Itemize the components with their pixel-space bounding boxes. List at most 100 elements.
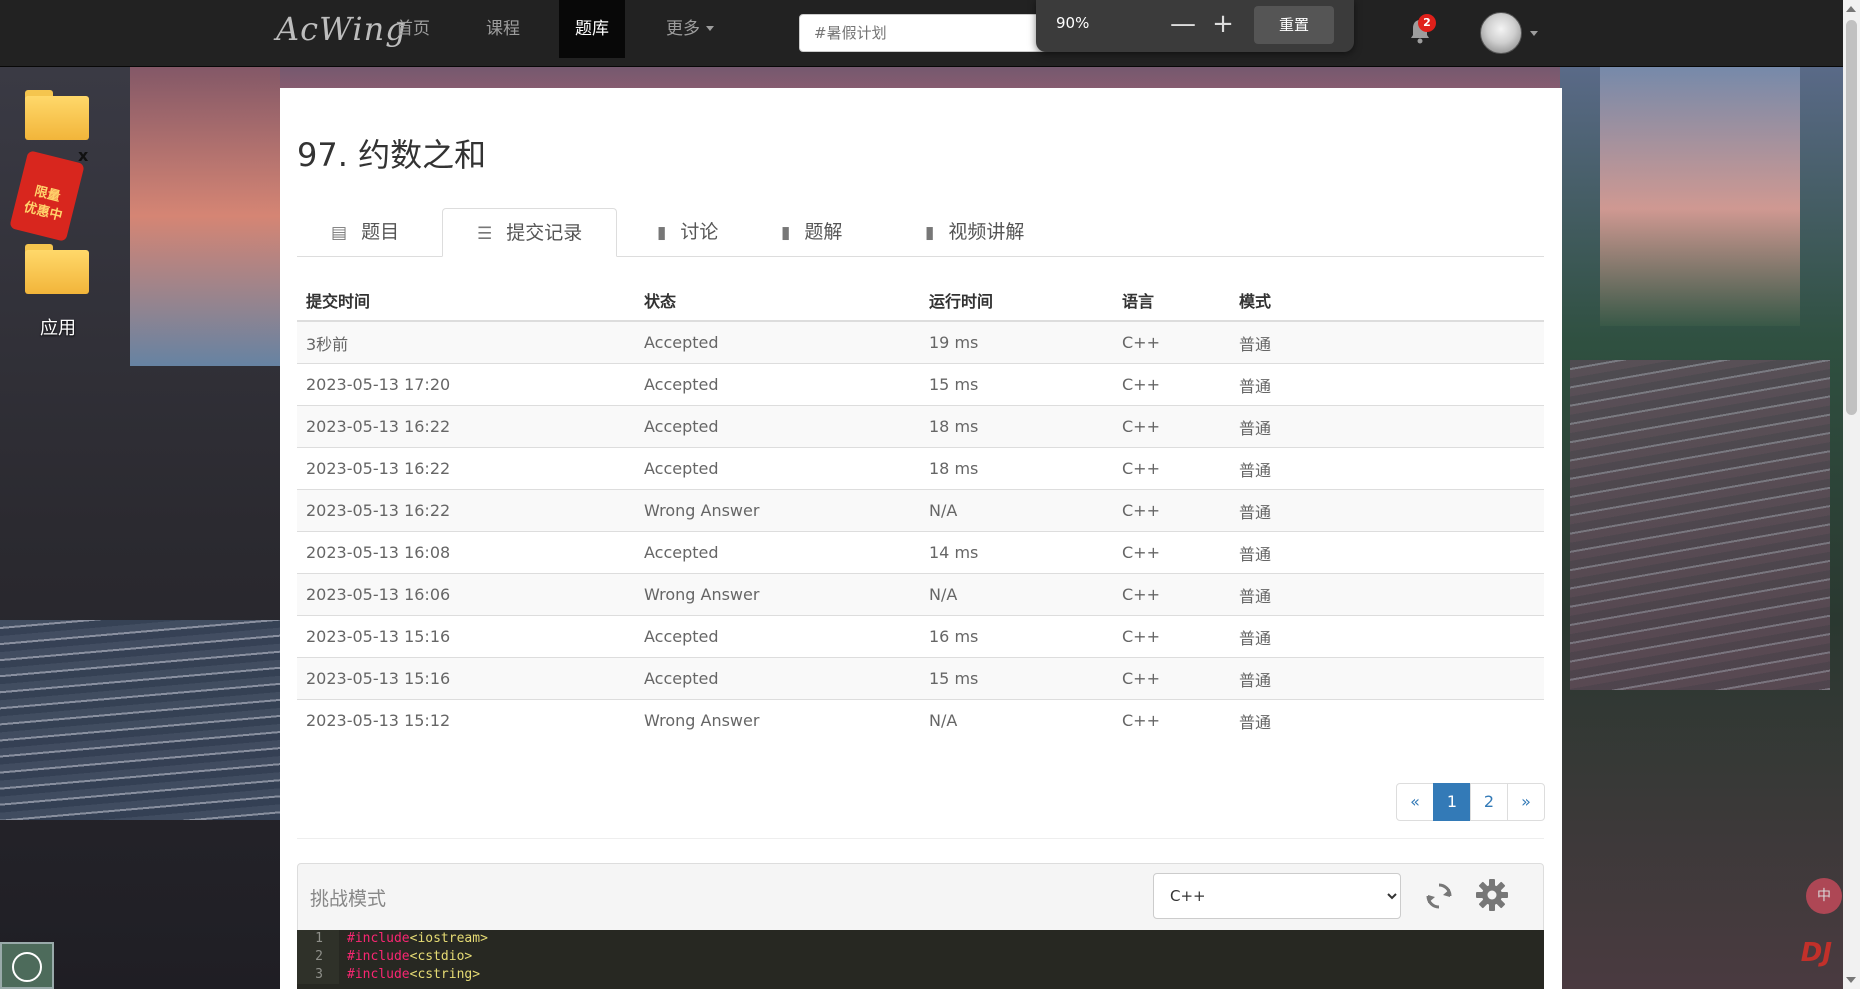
divider	[297, 838, 1544, 839]
promo-close-icon[interactable]: x	[78, 146, 88, 165]
zoom-reset-button[interactable]: 重置	[1254, 6, 1334, 44]
corner-logo: DJ	[1800, 938, 1832, 968]
table-row[interactable]: 2023-05-13 16:22 Accepted 18 ms C++ 普通	[297, 405, 1544, 448]
scroll-down-icon[interactable]	[1846, 977, 1856, 983]
nav-item-problems[interactable]: 题库	[559, 0, 625, 58]
run-time-cell: 19 ms	[920, 320, 1113, 364]
list-icon: ▤	[331, 222, 348, 243]
tab-label: 题目	[361, 221, 400, 243]
wallpaper-sky-right	[1600, 66, 1800, 326]
code-line: 1 #include<iostream>	[297, 930, 1544, 948]
table-row[interactable]: 2023-05-13 15:16 Accepted 15 ms C++ 普通	[297, 657, 1544, 700]
tab-label: 题解	[804, 221, 843, 243]
language-cell: C++	[1113, 699, 1230, 741]
top-navbar: AcWing 首页 课程 题库 更多 2	[0, 0, 1860, 67]
pagination-prev[interactable]: «	[1396, 783, 1434, 821]
pagination-next[interactable]: »	[1507, 783, 1545, 821]
taskbar-app-icon[interactable]	[0, 942, 54, 989]
column-header: 运行时间	[920, 280, 1113, 322]
code-editor[interactable]: 1 #include<iostream> 2 #include<cstdio> …	[297, 930, 1544, 989]
submit-time-cell: 2023-05-13 16:22	[297, 405, 635, 448]
table-row[interactable]: 2023-05-13 17:20 Accepted 15 ms C++ 普通	[297, 363, 1544, 406]
table-row[interactable]: 2023-05-13 15:16 Accepted 16 ms C++ 普通	[297, 615, 1544, 658]
submission-table: 提交时间 状态 运行时间 语言 模式 3秒前 Accepted 19 ms C++ 普通…	[297, 280, 1544, 741]
mode-cell: 普通	[1230, 447, 1544, 490]
desktop-folder-icon[interactable]	[25, 88, 89, 140]
status-cell[interactable]: Accepted	[635, 447, 920, 490]
list-icon: ☰	[477, 223, 493, 244]
zoom-out-button[interactable]: —	[1166, 8, 1200, 42]
submit-time-cell: 2023-05-13 16:06	[297, 573, 635, 616]
status-cell[interactable]: Accepted	[635, 320, 920, 364]
challenge-mode-label: 挑战模式	[310, 888, 387, 910]
table-row[interactable]: 2023-05-13 16:08 Accepted 14 ms C++ 普通	[297, 531, 1544, 574]
mode-cell: 普通	[1230, 363, 1544, 406]
pagination-page[interactable]: 1	[1433, 783, 1471, 821]
mode-cell: 普通	[1230, 615, 1544, 658]
submit-time-cell: 2023-05-13 15:16	[297, 657, 635, 700]
language-cell: C++	[1113, 320, 1230, 364]
desktop-folder-icon[interactable]	[25, 242, 89, 294]
status-cell[interactable]: Accepted	[635, 405, 920, 448]
status-cell[interactable]: Accepted	[635, 657, 920, 700]
language-select[interactable]: C++	[1153, 873, 1401, 919]
mode-cell: 普通	[1230, 405, 1544, 448]
refresh-icon[interactable]	[1423, 880, 1455, 912]
promo-text: 限量 优惠中	[22, 184, 64, 225]
scrollbar-thumb[interactable]	[1846, 20, 1857, 415]
status-cell[interactable]: Wrong Answer	[635, 699, 920, 741]
table-row[interactable]: 2023-05-13 16:22 Accepted 18 ms C++ 普通	[297, 447, 1544, 490]
tab-solutions[interactable]: ▮ 题解	[747, 208, 876, 256]
table-row[interactable]: 2023-05-13 16:22 Wrong Answer N/A C++ 普通	[297, 489, 1544, 532]
tab-description[interactable]: ▤ 题目	[297, 208, 433, 256]
code-directive: #include	[347, 967, 410, 982]
submission-rows: 3秒前 Accepted 19 ms C++ 普通 2023-05-13 17:20 Acc…	[297, 320, 1544, 741]
table-row[interactable]: 2023-05-13 15:12 Wrong Answer N/A C++ 普通	[297, 699, 1544, 741]
line-number: 1	[297, 930, 339, 948]
code-directive: #include	[347, 931, 410, 946]
pagination-page[interactable]: 2	[1470, 783, 1508, 821]
language-cell: C++	[1113, 447, 1230, 490]
tab-video[interactable]: ▮ 视频讲解	[891, 208, 1058, 256]
page-title: 97. 约数之和	[297, 136, 487, 174]
code-header: <iostream>	[409, 931, 488, 946]
mode-cell: 普通	[1230, 489, 1544, 532]
submit-time-cell: 3秒前	[297, 320, 635, 364]
code-header: <cstdio>	[409, 949, 473, 964]
nav-item-home[interactable]: 首页	[380, 0, 446, 58]
avatar[interactable]	[1480, 12, 1522, 54]
book-icon: ▮	[925, 222, 935, 243]
zoom-level: 90%	[1056, 14, 1090, 32]
editor-header: 挑战模式 C++	[297, 863, 1544, 931]
wallpaper-sky-left	[130, 66, 280, 366]
table-row[interactable]: 2023-05-13 16:06 Wrong Answer N/A C++ 普通	[297, 573, 1544, 616]
gear-icon[interactable]	[1475, 878, 1509, 912]
submit-time-cell: 2023-05-13 17:20	[297, 363, 635, 406]
run-time-cell: 15 ms	[920, 363, 1113, 406]
scroll-up-icon[interactable]	[1846, 6, 1856, 12]
run-time-cell: N/A	[920, 489, 1113, 532]
code-directive: #include	[347, 949, 410, 964]
scrollbar[interactable]	[1843, 0, 1860, 989]
column-header: 语言	[1113, 280, 1230, 322]
chevron-down-icon[interactable]	[1530, 31, 1538, 36]
language-cell: C++	[1113, 489, 1230, 532]
zoom-in-button[interactable]: +	[1206, 8, 1240, 42]
status-cell[interactable]: Wrong Answer	[635, 489, 920, 532]
ime-badge[interactable]: 中	[1806, 878, 1842, 914]
tab-discussion[interactable]: ▮ 讨论	[623, 208, 752, 256]
tab-submissions[interactable]: ☰ 提交记录	[442, 208, 618, 257]
run-time-cell: 16 ms	[920, 615, 1113, 658]
status-cell[interactable]: Accepted	[635, 363, 920, 406]
language-cell: C++	[1113, 657, 1230, 700]
status-cell[interactable]: Accepted	[635, 531, 920, 574]
nav-item-more[interactable]: 更多	[650, 0, 730, 58]
wallpaper-water-right	[1570, 360, 1830, 690]
status-cell[interactable]: Accepted	[635, 615, 920, 658]
table-row[interactable]: 3秒前 Accepted 19 ms C++ 普通	[297, 320, 1544, 364]
search-input[interactable]	[799, 14, 1059, 52]
status-cell[interactable]: Wrong Answer	[635, 573, 920, 616]
language-cell: C++	[1113, 615, 1230, 658]
line-number: 2	[297, 948, 339, 966]
nav-item-courses[interactable]: 课程	[470, 0, 536, 58]
